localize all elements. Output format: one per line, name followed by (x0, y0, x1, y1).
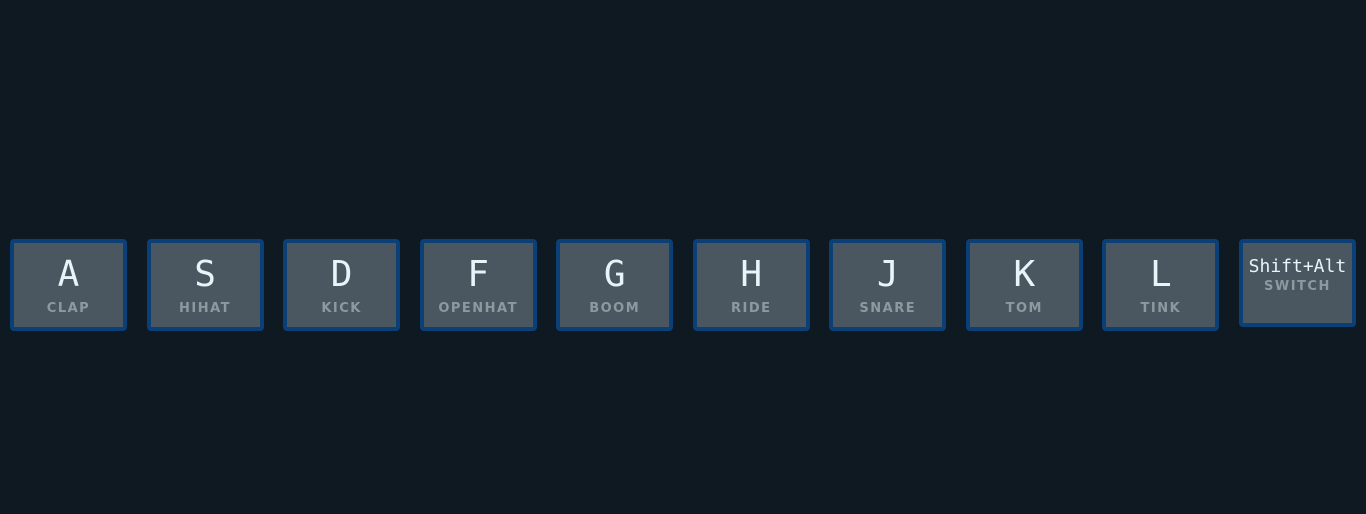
key-sound-label: KICK (321, 300, 362, 316)
key-sound-label: TINK (1140, 300, 1182, 316)
drum-key-l[interactable]: L TINK (1102, 239, 1220, 331)
drum-key-h[interactable]: H RIDE (692, 239, 810, 331)
key-letter: H (740, 253, 763, 295)
key-sound-label: HIHAT (179, 300, 232, 316)
key-letter: G (603, 253, 626, 295)
key-letter: L (1150, 253, 1172, 295)
key-letter: J (876, 253, 899, 295)
drum-key-a[interactable]: A CLAP (10, 239, 127, 331)
key-letter: D (330, 253, 353, 295)
drum-key-s[interactable]: S HIHAT (146, 239, 264, 331)
key-letter: A (57, 253, 80, 295)
key-letter: S (194, 253, 216, 295)
key-sound-label: OPENHAT (438, 300, 518, 316)
drum-key-d[interactable]: D KICK (283, 239, 401, 331)
key-sound-label: RIDE (730, 300, 772, 316)
key-letter: F (467, 253, 489, 295)
key-sound-label: CLAP (46, 300, 91, 316)
switch-key[interactable]: Shift+Alt SWITCH (1238, 239, 1356, 327)
drum-key-j[interactable]: J SNARE (829, 239, 947, 331)
key-letter: K (1013, 253, 1036, 295)
key-sound-label: SWITCH (1264, 279, 1331, 294)
key-sound-label: TOM (1005, 300, 1043, 316)
drum-key-g[interactable]: G BOOM (556, 239, 674, 331)
drum-keys-row: A CLAP S HIHAT D KICK F OPENHAT G BOOM H… (10, 239, 1356, 331)
key-sound-label: SNARE (859, 300, 917, 316)
key-letter: Shift+Alt (1248, 256, 1347, 277)
key-sound-label: BOOM (589, 300, 641, 316)
drum-key-f[interactable]: F OPENHAT (419, 239, 537, 331)
drum-key-k[interactable]: K TOM (965, 239, 1083, 331)
